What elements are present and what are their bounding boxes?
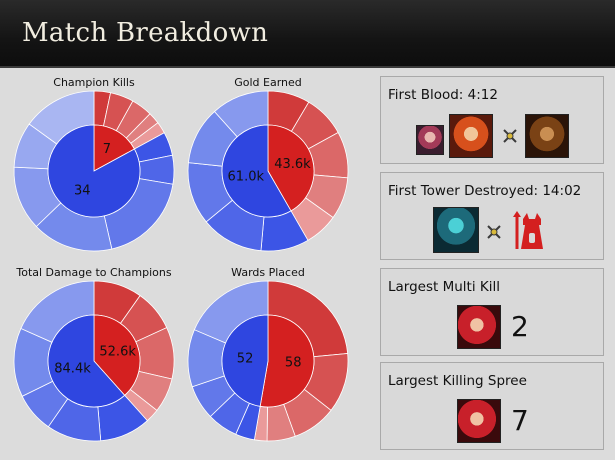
first-blood-panel: First Blood: 4:12 <box>380 76 604 164</box>
champion-portrait-icon[interactable] <box>457 399 501 443</box>
chart-title-total-damage: Total Damage to Champions <box>16 266 172 279</box>
first-tower-panel: First Tower Destroyed: 14:02 <box>380 172 604 260</box>
largest-multi-kill-panel: Largest Multi Kill 2 <box>380 268 604 356</box>
champion-portrait-icon[interactable] <box>457 305 501 349</box>
red-team-value-label: 52.6k <box>99 344 136 359</box>
killer-support-portrait-icon[interactable] <box>416 125 444 155</box>
largest-killing-spree-value: 7 <box>511 404 529 437</box>
header-bar: Match Breakdown <box>0 0 615 68</box>
page-title: Match Breakdown <box>22 18 269 48</box>
largest-multi-kill-value: 2 <box>511 310 529 343</box>
champion-kills-chart: 7 34 <box>13 90 175 252</box>
first-blood-label: First Blood: 4:12 <box>388 87 498 103</box>
chart-title-gold-earned: Gold Earned <box>234 76 302 89</box>
tower-destroyer-portrait-icon[interactable] <box>433 207 479 253</box>
blue-team-value-label: 34 <box>74 183 91 198</box>
killer-champion-portrait-icon[interactable] <box>449 114 493 158</box>
crossed-swords-icon <box>487 225 501 239</box>
gold-earned-chart: 43.6k 61.0k <box>187 90 349 252</box>
total-damage-chart: 52.6k 84.4k <box>13 280 175 442</box>
largest-killing-spree-panel: Largest Killing Spree 7 <box>380 362 604 450</box>
victim-champion-portrait-icon[interactable] <box>525 114 569 158</box>
crossed-swords-icon <box>503 129 517 143</box>
largest-killing-spree-label: Largest Killing Spree <box>388 373 527 389</box>
blue-team-value-label: 61.0k <box>228 169 265 184</box>
blue-team-value-label: 84.4k <box>54 362 91 377</box>
wards-placed-chart: 58 52 <box>187 280 349 442</box>
red-team-value-label: 7 <box>103 142 111 157</box>
chart-title-champion-kills: Champion Kills <box>53 76 135 89</box>
red-team-value-label: 58 <box>285 356 302 371</box>
match-breakdown-window: Match Breakdown Champion Kills Gold Earn… <box>0 0 615 460</box>
largest-multi-kill-label: Largest Multi Kill <box>388 279 500 295</box>
chart-title-wards-placed: Wards Placed <box>231 266 305 279</box>
first-tower-label: First Tower Destroyed: 14:02 <box>388 183 582 199</box>
tower-icon <box>513 211 543 249</box>
red-team-value-label: 43.6k <box>274 157 311 172</box>
blue-team-value-label: 52 <box>237 352 254 367</box>
